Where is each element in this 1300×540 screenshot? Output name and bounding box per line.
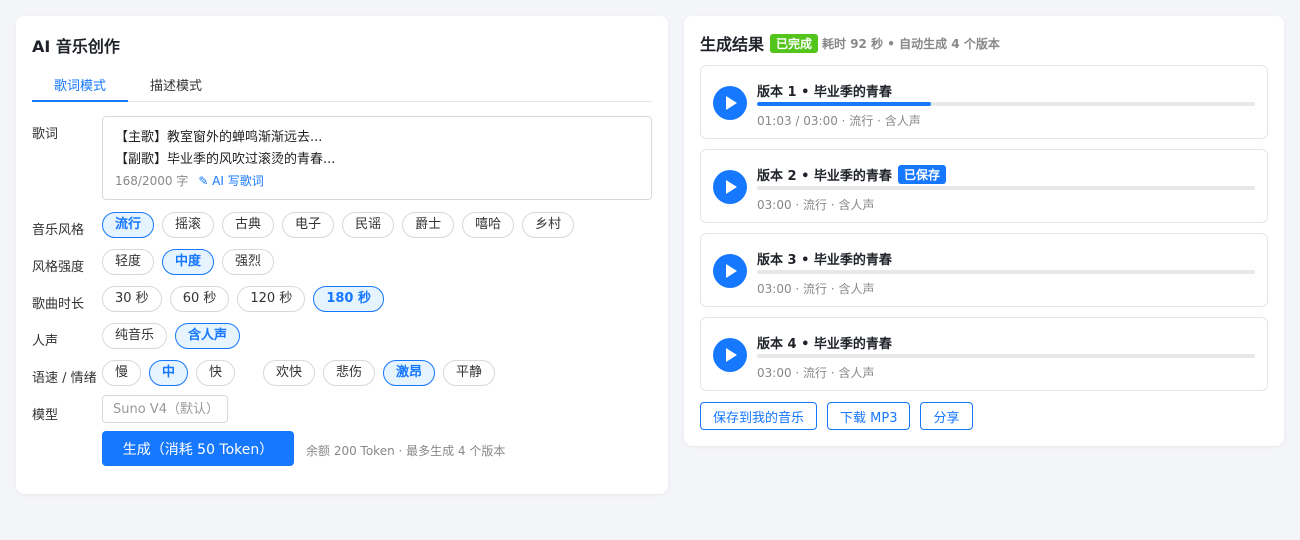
model-label: 模型 [32,408,59,423]
intensity-options: 轻度 中度 强烈 [102,249,275,275]
version-card: 版本 4 • 毕业季的青春 03:00 · 流行 · 含人声 [700,317,1268,391]
duration-chip[interactable]: 60 秒 [169,286,230,312]
intensity-chip[interactable]: 轻度 [102,249,155,275]
version-title-row: 版本 3 • 毕业季的青春 [757,248,892,268]
tempo-chip[interactable]: 中 [149,360,189,386]
char-count: 168/2000 字 [115,174,189,188]
version-meta: 03:00 · 流行 · 含人声 [757,282,875,296]
vocal-chip[interactable]: 纯音乐 [102,323,168,349]
version-title: 版本 2 • 毕业季的青春 [757,168,892,184]
lyric-line: 【主歌】教室窗外的蝉鸣渐渐远去... [115,130,323,145]
save-to-my-music-button[interactable]: 保存到我的音乐 [700,402,818,430]
style-chip[interactable]: 乡村 [522,212,575,238]
progress-track[interactable] [757,270,1255,274]
tempo-chip[interactable]: 慢 [102,360,142,386]
mood-chip[interactable]: 平静 [443,360,496,386]
token-balance-note: 余额 200 Token · 最多生成 4 个版本 [306,444,506,458]
vocal-chip[interactable]: 含人声 [175,323,241,349]
ai-write-lyrics-link[interactable]: ✎ AI 写歌词 [198,174,263,188]
mood-options: 欢快 悲伤 激昂 平静 [263,360,496,386]
duration-chip[interactable]: 30 秒 [102,286,162,312]
version-card: 版本 3 • 毕业季的青春 03:00 · 流行 · 含人声 [700,233,1268,307]
duration-options: 30 秒 60 秒 120 秒 180 秒 [102,286,384,312]
mode-tabs: 歌词模式 描述模式 [32,72,652,102]
saved-badge: 已保存 [897,164,946,184]
version-title: 版本 3 • 毕业季的青春 [757,252,892,268]
play-icon[interactable] [713,170,747,204]
generate-button[interactable]: 生成（消耗 50 Token） [102,431,294,466]
play-icon[interactable] [713,338,747,372]
vocal-options: 纯音乐 含人声 [102,323,241,349]
duration-chip[interactable]: 120 秒 [237,286,306,312]
progress-fill [757,102,932,106]
version-title-row: 版本 2 • 毕业季的青春 已保存 [757,164,946,184]
tab-lyrics-mode[interactable]: 歌词模式 [32,75,128,102]
progress-track[interactable] [757,186,1255,190]
lyric-line: 【副歌】毕业季的风吹过滚烫的青春... [115,152,336,167]
version-card: 版本 1 • 毕业季的青春 01:03 / 03:00 · 流行 · 含人声 [700,65,1268,139]
mood-chip[interactable]: 悲伤 [323,360,376,386]
style-chip[interactable]: 嘻哈 [462,212,515,238]
version-title: 版本 4 • 毕业季的青春 [757,336,892,352]
results-subtitle: 耗时 92 秒 • 自动生成 4 个版本 [822,36,1000,51]
intensity-chip[interactable]: 中度 [162,249,215,275]
result-actions: 保存到我的音乐 下载 MP3 分享 [700,402,973,430]
version-title: 版本 1 • 毕业季的青春 [757,84,892,100]
style-chip[interactable]: 电子 [282,212,335,238]
panel-title: AI 音乐创作 [32,37,120,56]
style-chip[interactable]: 流行 [102,212,155,238]
mood-chip[interactable]: 欢快 [263,360,316,386]
style-options: 流行 摇滚 古典 电子 民谣 爵士 嘻哈 乡村 [102,212,575,238]
style-chip[interactable]: 摇滚 [162,212,215,238]
duration-chip[interactable]: 180 秒 [313,286,384,312]
mood-chip[interactable]: 激昂 [383,360,436,386]
tempo-chip[interactable]: 快 [196,360,236,386]
vocal-label: 人声 [32,334,59,349]
lyrics-input[interactable]: 【主歌】教室窗外的蝉鸣渐渐远去... 【副歌】毕业季的风吹过滚烫的青春... 1… [102,116,652,200]
progress-track[interactable] [757,354,1255,358]
style-label: 音乐风格 [32,223,85,238]
share-button[interactable]: 分享 [920,402,973,430]
status-badge: 已完成 [770,33,819,53]
tempo-options: 慢中快 [102,360,236,386]
play-icon[interactable] [713,86,747,120]
version-meta: 03:00 · 流行 · 含人声 [757,198,875,212]
version-title-row: 版本 1 • 毕业季的青春 [757,80,892,100]
model-select-input[interactable] [102,395,228,423]
results-panel: 生成结果 已完成 耗时 92 秒 • 自动生成 4 个版本 版本 1 • 毕业季… [684,16,1284,446]
duration-label: 歌曲时长 [32,297,85,312]
music-creation-panel: AI 音乐创作 歌词模式 描述模式 歌词 【主歌】教室窗外的蝉鸣渐渐远去... … [16,16,668,494]
progress-track[interactable] [757,102,1255,106]
play-icon[interactable] [713,254,747,288]
tempo-mood-label: 语速 / 情绪 [32,371,97,386]
style-chip[interactable]: 爵士 [402,212,455,238]
lyrics-label: 歌词 [32,127,59,142]
download-mp3-button[interactable]: 下载 MP3 [827,402,911,430]
version-meta: 03:00 · 流行 · 含人声 [757,366,875,380]
version-title-row: 版本 4 • 毕业季的青春 [757,332,892,352]
tab-description-mode[interactable]: 描述模式 [132,75,220,102]
intensity-label: 风格强度 [32,260,85,275]
style-chip[interactable]: 民谣 [342,212,395,238]
results-header: 生成结果 已完成 耗时 92 秒 • 自动生成 4 个版本 [700,33,1000,54]
version-card: 版本 2 • 毕业季的青春 已保存 03:00 · 流行 · 含人声 [700,149,1268,223]
results-title: 生成结果 [700,35,765,54]
intensity-chip[interactable]: 强烈 [222,249,275,275]
version-meta: 01:03 / 03:00 · 流行 · 含人声 [757,114,921,128]
style-chip[interactable]: 古典 [222,212,275,238]
lyrics-meta: 168/2000 字 ✎ AI 写歌词 [115,172,639,189]
